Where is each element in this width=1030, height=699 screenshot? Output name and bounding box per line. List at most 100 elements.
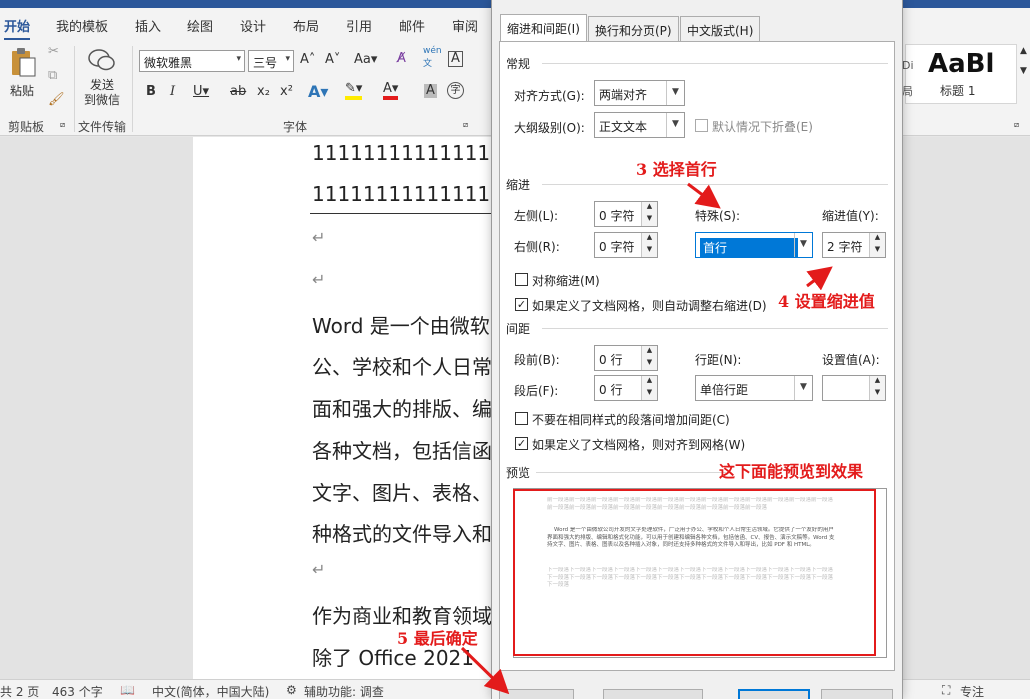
char-shading-icon[interactable]: A [424, 84, 437, 98]
paragraph-mark-icon: ↵ [312, 270, 326, 289]
spin-up-icon[interactable]: ▲ [641, 346, 657, 358]
mirror-indents-label: 对称缩进(M) [532, 274, 600, 288]
paste-button[interactable]: 粘贴 [6, 44, 40, 110]
style-heading1-preview[interactable]: AaBl [928, 49, 994, 79]
italic-icon[interactable]: I [170, 84, 175, 99]
tabs-button[interactable] [499, 689, 574, 699]
space-before-spinner[interactable]: 0 行 ▲ ▼ [594, 345, 658, 371]
font-color-icon[interactable]: A▾ [383, 82, 399, 100]
spin-up-icon[interactable]: ▲ [869, 233, 885, 245]
spin-up-icon[interactable]: ▲ [641, 376, 657, 388]
spin-down-icon[interactable]: ▼ [641, 358, 657, 370]
styles-gallery[interactable]: Di 局 AaBl 标题 1 [902, 44, 1017, 104]
ok-button[interactable] [738, 689, 810, 699]
font-name-combo[interactable]: 微软雅黑 ▾ [139, 50, 245, 72]
tab-references[interactable]: 引用 [346, 16, 372, 35]
special-indent-select[interactable]: 首行 ▼ [695, 232, 813, 258]
bold-icon[interactable]: B [146, 84, 156, 99]
indent-by-spinner[interactable]: 2 字符 ▲ ▼ [822, 232, 886, 258]
send-to-wechat-button[interactable]: 发送 到微信 [80, 44, 124, 110]
annotation-step3: 3 选择首行 [636, 160, 717, 179]
divider [542, 63, 888, 64]
special-label: 特殊(S): [695, 209, 741, 223]
snap-to-grid-checkbox[interactable]: ✓ [515, 437, 528, 450]
spin-down-icon[interactable]: ▼ [869, 245, 885, 257]
line-spacing-select[interactable]: 单倍行距 ▼ [695, 375, 813, 401]
font-launcher-icon[interactable]: ⧄ [463, 120, 468, 130]
change-case-icon[interactable]: Aa▾ [354, 52, 377, 67]
language-status[interactable]: 中文(简体，中国大陆) [152, 683, 269, 699]
style-item-partial-label: 局 [902, 85, 913, 98]
spin-down-icon[interactable]: ▼ [869, 388, 885, 400]
cut-icon[interactable]: ✂ [48, 44, 59, 59]
format-painter-icon[interactable]: 🖌 [48, 92, 65, 107]
spin-down-icon[interactable]: ▼ [641, 214, 657, 226]
cancel-button[interactable] [821, 689, 893, 699]
spin-down-icon[interactable]: ▼ [641, 245, 657, 257]
no-space-same-style-checkbox[interactable] [515, 412, 528, 425]
group-clipboard-label: 剪贴板 [8, 120, 45, 134]
section-general: 常规 [506, 57, 531, 71]
tab-draw[interactable]: 绘图 [187, 16, 213, 35]
strikethrough-icon[interactable]: ab [230, 84, 246, 99]
mirror-indents-checkbox[interactable] [515, 273, 528, 286]
chevron-down-icon: ▼ [794, 233, 812, 257]
tab-asian-typography[interactable]: 中文版式(H) [680, 16, 761, 42]
tab-mailings[interactable]: 邮件 [399, 16, 425, 35]
tab-review[interactable]: 审阅 [452, 16, 478, 35]
space-before-value: 0 行 [599, 353, 623, 367]
alignment-select[interactable]: 两端对齐 ▼ [594, 80, 685, 106]
collapse-checkbox[interactable] [695, 119, 708, 132]
line-spacing-at-spinner[interactable]: ▲ ▼ [822, 375, 886, 401]
space-after-spinner[interactable]: 0 行 ▲ ▼ [594, 375, 658, 401]
spin-up-icon[interactable]: ▲ [869, 376, 885, 388]
accessibility-status[interactable]: 辅助功能: 调查 [304, 683, 384, 699]
outline-level-select[interactable]: 正文文本 ▼ [594, 112, 685, 138]
tab-home[interactable]: 开始 [4, 16, 31, 41]
indent-right-spinner[interactable]: 0 字符 ▲ ▼ [594, 232, 658, 258]
gallery-down-icon[interactable]: ▼ [1020, 66, 1027, 76]
separator [74, 46, 75, 132]
tab-my-templates[interactable]: 我的模板 [56, 16, 108, 35]
focus-mode[interactable]: 专注 [960, 683, 984, 699]
tab-indents-spacing[interactable]: 缩进和间距(I) [500, 14, 587, 42]
tab-insert[interactable]: 插入 [135, 16, 161, 35]
clear-format-icon[interactable]: A̸ [397, 51, 406, 66]
font-size-combo[interactable]: 三号 ▾ [248, 50, 294, 72]
copy-icon[interactable]: ⧉ [48, 68, 57, 83]
shrink-font-icon[interactable]: A˅ [325, 52, 340, 67]
proofing-icon[interactable]: 📖 [120, 683, 135, 697]
separator [132, 46, 133, 132]
spin-down-icon[interactable]: ▼ [641, 388, 657, 400]
set-as-default-button[interactable] [603, 689, 703, 699]
clipboard-launcher-icon[interactable]: ⧄ [60, 120, 65, 130]
divider [542, 184, 888, 185]
indent-left-spinner[interactable]: 0 字符 ▲ ▼ [594, 201, 658, 227]
preview-highlight-box [513, 489, 876, 656]
tab-layout[interactable]: 布局 [293, 16, 319, 35]
gallery-up-icon[interactable]: ▲ [1020, 46, 1027, 56]
page-count[interactable]: 共 2 页 [0, 683, 39, 699]
tab-design[interactable]: 设计 [240, 16, 266, 35]
grow-font-icon[interactable]: A˄ [300, 52, 315, 67]
styles-launcher-icon[interactable]: ⧄ [1014, 120, 1019, 130]
auto-right-indent-checkbox[interactable]: ✓ [515, 298, 528, 311]
tab-line-page-breaks[interactable]: 换行和分页(P) [588, 16, 679, 42]
word-count[interactable]: 463 个字 [52, 683, 103, 699]
superscript-icon[interactable]: x² [280, 84, 293, 99]
phonetic-guide-icon[interactable]: wén 文 [423, 46, 442, 69]
indent-left-label: 左侧(L): [514, 209, 559, 223]
outline-level-label: 大纲级别(O): [514, 121, 585, 135]
line-spacing-value: 单倍行距 [700, 383, 749, 397]
enclose-char-icon[interactable]: 字 [447, 82, 464, 99]
highlight-icon[interactable]: ✎▾ [345, 82, 363, 100]
style-item-partial[interactable]: Di [902, 59, 914, 72]
underline-icon[interactable]: U▾ [193, 84, 209, 99]
text-effects-icon[interactable]: A▾ [308, 82, 328, 101]
subscript-icon[interactable]: x₂ [257, 84, 270, 99]
spin-up-icon[interactable]: ▲ [641, 233, 657, 245]
spin-up-icon[interactable]: ▲ [641, 202, 657, 214]
wechat-icon [88, 49, 115, 71]
char-border-icon[interactable]: A [448, 51, 463, 67]
doc-line: Word 是一个由微软 [312, 314, 490, 338]
